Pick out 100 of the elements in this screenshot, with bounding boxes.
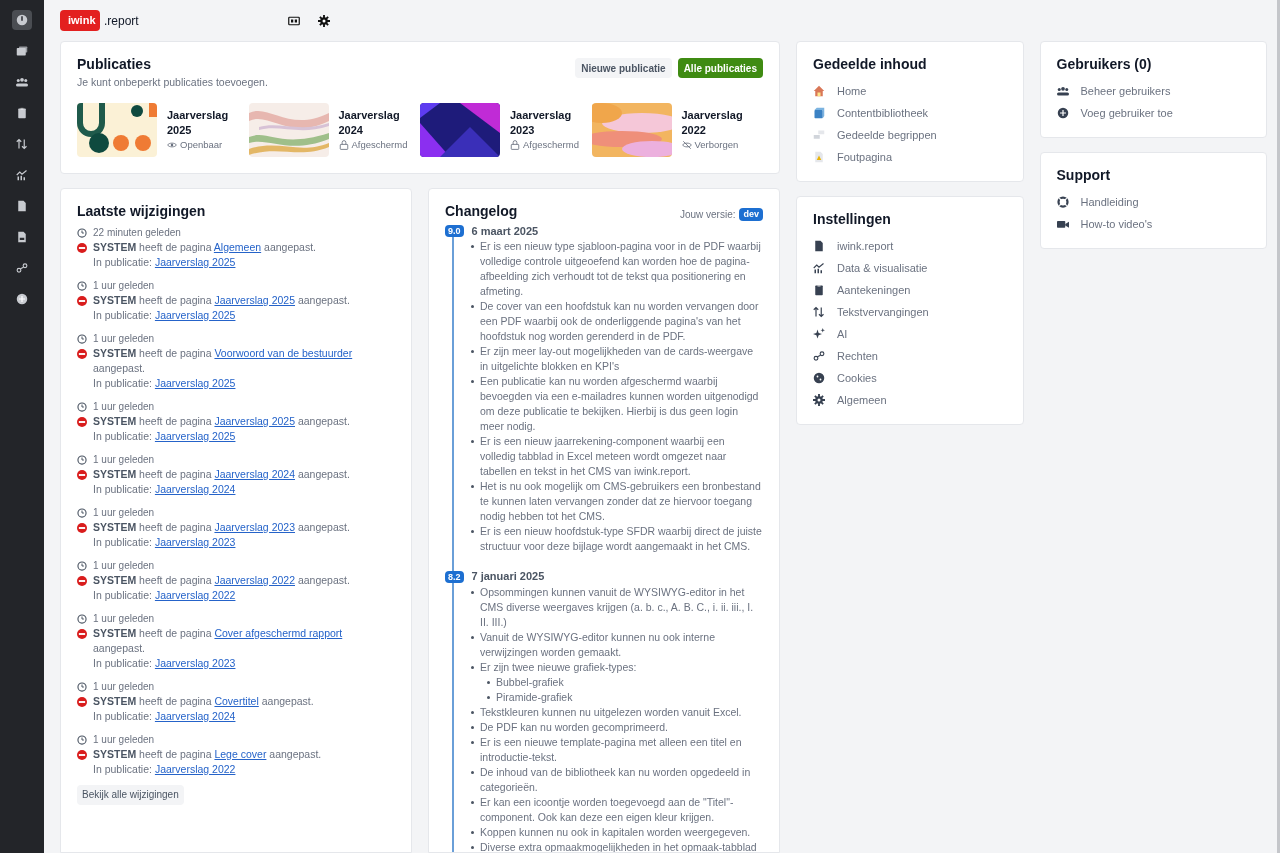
page-link[interactable]: Lege cover bbox=[214, 747, 267, 760]
view-all-button[interactable]: Bekijk alle wijzigingen bbox=[77, 784, 184, 805]
menu-link[interactable]: Home bbox=[837, 82, 867, 100]
publication-link[interactable]: Jaarverslag 2022 bbox=[154, 762, 236, 775]
page-link[interactable]: Jaarverslag 2023 bbox=[214, 520, 295, 533]
page-link[interactable]: Algemeen bbox=[213, 240, 262, 253]
clock-icon bbox=[77, 613, 87, 624]
publication-status: Openbaar bbox=[180, 137, 223, 152]
version-badge: 8.2 bbox=[445, 570, 464, 583]
card-title: Instellingen bbox=[813, 210, 892, 229]
change-publication: In publicatie: Jaarverslag 2025 bbox=[92, 428, 237, 444]
menu-link[interactable]: Tekstvervangingen bbox=[837, 303, 929, 321]
bullet-icon bbox=[471, 800, 474, 804]
change-publication: In publicatie: Jaarverslag 2024 bbox=[92, 481, 237, 497]
menu-link[interactable]: Algemeen bbox=[837, 391, 887, 409]
card-title: Changelog bbox=[445, 201, 518, 221]
clock-icon bbox=[77, 734, 87, 745]
changelog-text: Koppen kunnen nu ook in kapitalen worden weergegeven. bbox=[480, 824, 751, 840]
publication-title[interactable]: Jaarverslag 2023 bbox=[510, 107, 574, 138]
bullet-icon bbox=[487, 695, 490, 699]
menu-link[interactable]: Rechten bbox=[837, 347, 878, 365]
publication-link[interactable]: Jaarverslag 2024 bbox=[154, 709, 236, 722]
changelog-text: De PDF kan nu worden gecomprimeerd. bbox=[480, 719, 668, 735]
page-link[interactable]: Cover afgeschermd rapport bbox=[214, 626, 343, 639]
sidebar-button[interactable] bbox=[12, 10, 32, 30]
clock-icon bbox=[77, 454, 87, 465]
page-link[interactable]: Jaarverslag 2025 bbox=[214, 414, 295, 427]
change-description: SYSTEM heeft de pagina Voorwoord van de bestuurder aangepast. bbox=[93, 345, 354, 376]
page-link[interactable]: Covertitel bbox=[214, 694, 259, 707]
menu-link[interactable]: Aantekeningen bbox=[837, 281, 911, 299]
primary-button[interactable]: Alle publicaties bbox=[677, 58, 763, 78]
change-time: 1 uur geleden bbox=[93, 400, 155, 415]
bullet-icon bbox=[471, 710, 474, 714]
changelog-text: De inhoud van de bibliotheek kan nu worden opgedeeld in categorieën. bbox=[480, 764, 752, 795]
publication-link[interactable]: Jaarverslag 2023 bbox=[154, 535, 236, 548]
changelog-text: Het is nu ook mogelijk om CMS-gebruikers een bronbestand te kunnen laten vervangen zonder dat ze hiervoor toegang nodig hebben tot het CMS. bbox=[480, 479, 762, 525]
layout-icon[interactable] bbox=[287, 14, 300, 27]
bullet-icon bbox=[487, 680, 490, 684]
publication-title[interactable]: Jaarverslag 2025 bbox=[167, 107, 231, 138]
add-icon bbox=[16, 293, 28, 305]
publication-link[interactable]: Jaarverslag 2025 bbox=[154, 255, 236, 268]
document-icon bbox=[16, 231, 28, 243]
menu-link[interactable]: Handleiding bbox=[1080, 193, 1139, 211]
page-link[interactable]: Jaarverslag 2025 bbox=[214, 293, 295, 306]
menu-link[interactable]: Data & visualisatie bbox=[837, 259, 928, 277]
menu-link[interactable]: Foutpagina bbox=[837, 148, 893, 166]
publication-status: Afgeschermd bbox=[523, 137, 579, 152]
publication-link[interactable]: Jaarverslag 2022 bbox=[154, 588, 236, 601]
change-publication: In publicatie: Jaarverslag 2024 bbox=[92, 708, 237, 724]
menu-link[interactable]: Voeg gebruiker toe bbox=[1080, 104, 1173, 122]
home-icon bbox=[813, 85, 825, 97]
changelog-text: Er kan een icoontje worden toegevoegd aan de "Titel"-component. Ook kan deze een eigen kleur krijgen. bbox=[480, 794, 735, 825]
publication-title[interactable]: Jaarverslag 2022 bbox=[681, 107, 746, 138]
secondary-button[interactable]: Nieuwe publicatie bbox=[575, 58, 672, 78]
lock-icon bbox=[338, 139, 349, 150]
change-description: SYSTEM heeft de pagina Jaarverslag 2025 aangepast. bbox=[93, 413, 350, 429]
warning-file-icon bbox=[813, 151, 825, 163]
bullet-icon bbox=[471, 770, 474, 774]
changelog-text: Diverse extra opmaakmogelijkheden in het opmaak-tabblad bbox=[480, 839, 757, 852]
menu-link[interactable]: Contentbibliotheek bbox=[837, 104, 929, 122]
change-description: SYSTEM heeft de pagina Cover afgeschermd rapport aangepast. bbox=[93, 625, 344, 656]
publication-link[interactable]: Jaarverslag 2025 bbox=[154, 429, 236, 442]
page-link[interactable]: Jaarverslag 2022 bbox=[214, 573, 295, 586]
menu-link[interactable]: Beheer gebruikers bbox=[1080, 82, 1171, 100]
change-publication: In publicatie: Jaarverslag 2022 bbox=[92, 587, 237, 603]
menu-link[interactable]: iwink.report bbox=[837, 237, 894, 255]
publication-link[interactable]: Jaarverslag 2025 bbox=[154, 308, 236, 321]
no-entry-icon bbox=[77, 348, 87, 359]
card-title: Laatste wijzigingen bbox=[77, 201, 207, 221]
card-subtitle: Je kunt onbeperkt publicaties toevoegen. bbox=[77, 75, 268, 90]
no-entry-icon bbox=[77, 469, 87, 480]
change-time: 1 uur geleden bbox=[93, 733, 155, 748]
changelog-text: Er is een nieuw jaarrekening-component waarbij een volledig tabblad in Excel meteen wordt omgezet naar tabellen en tekst in het CMS van iwink.report. bbox=[480, 434, 728, 480]
menu-link[interactable]: Gedeelde begrippen bbox=[837, 126, 937, 144]
publication-link[interactable]: Jaarverslag 2024 bbox=[154, 482, 236, 495]
menu-link[interactable]: Cookies bbox=[837, 369, 877, 387]
bullet-icon bbox=[471, 485, 474, 489]
changelog-text: Piramide-grafiek bbox=[496, 689, 573, 705]
page-link[interactable]: Jaarverslag 2024 bbox=[214, 467, 295, 480]
menu-link[interactable]: AI bbox=[837, 325, 848, 343]
menu-link[interactable]: How-to video's bbox=[1080, 215, 1153, 233]
page-link[interactable]: Voorwoord van de bestuurder bbox=[214, 346, 353, 359]
change-publication: In publicatie: Jaarverslag 2023 bbox=[92, 534, 237, 550]
no-entry-icon bbox=[77, 749, 87, 760]
clock-icon bbox=[77, 280, 87, 291]
change-description: SYSTEM heeft de pagina Jaarverslag 2024 aangepast. bbox=[93, 466, 350, 482]
sparkle-icon bbox=[813, 328, 825, 340]
change-description: SYSTEM heeft de pagina Algemeen aangepast. bbox=[93, 239, 317, 255]
card-title: Support bbox=[1056, 166, 1112, 185]
cube-icon bbox=[813, 107, 825, 119]
change-description: SYSTEM heeft de pagina Jaarverslag 2025 aangepast. bbox=[93, 292, 350, 308]
publication-link[interactable]: Jaarverslag 2023 bbox=[154, 656, 236, 669]
no-entry-icon bbox=[77, 628, 87, 639]
change-time: 1 uur geleden bbox=[93, 680, 155, 695]
publication-link[interactable]: Jaarverslag 2025 bbox=[154, 376, 236, 389]
clock-icon bbox=[77, 507, 87, 518]
card-title: Gedeelde inhoud bbox=[813, 55, 928, 74]
logo: iwink bbox=[60, 10, 100, 31]
publication-title[interactable]: Jaarverslag 2024 bbox=[338, 107, 403, 138]
changelog-text: Een publicatie kan nu worden afgeschermd waarbij bevoegden via een e-mailadres kunnen worden uitgenodigd om deze publicatie te bekijken. Hierbij is dus geen login meer nodig. bbox=[480, 374, 760, 435]
